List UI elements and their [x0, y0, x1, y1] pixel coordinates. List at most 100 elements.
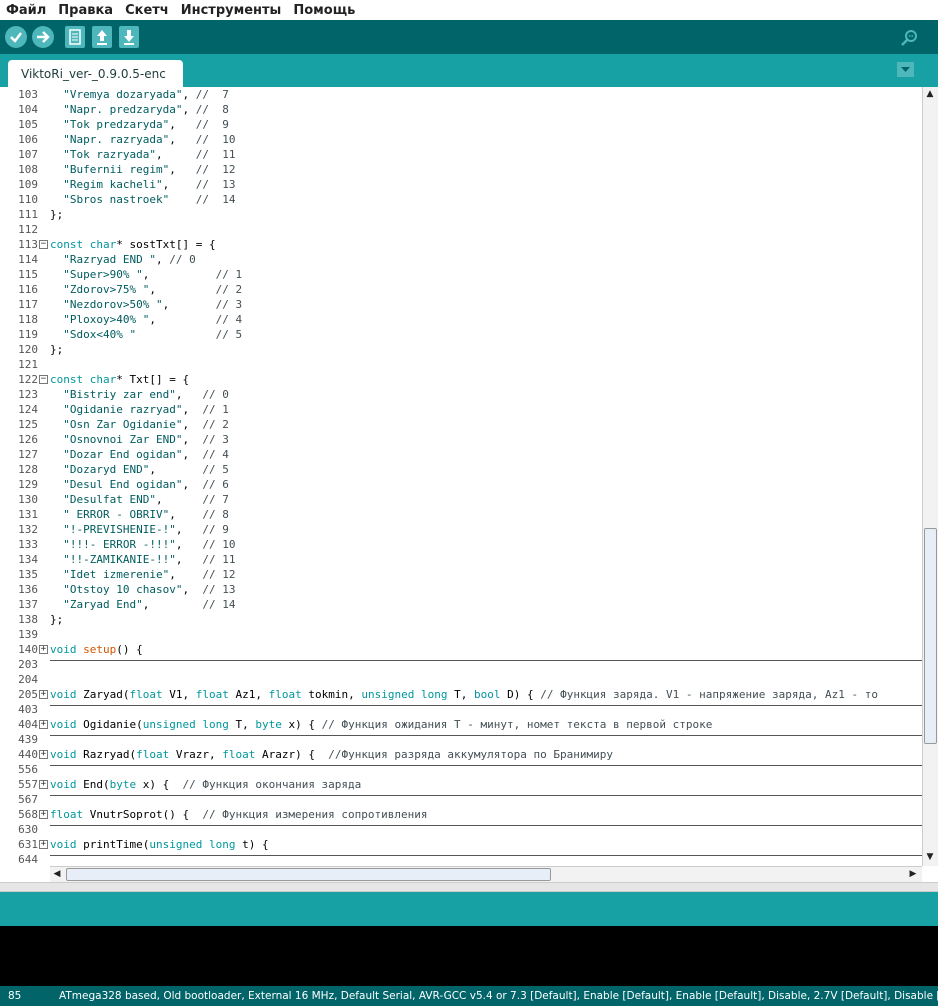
code-line[interactable]: const char* Txt[] = { — [50, 372, 189, 387]
line-number: 137 — [18, 598, 38, 611]
fold-separator — [50, 705, 922, 706]
fold-expand-icon[interactable]: + — [39, 780, 48, 789]
line-number: 631 — [18, 838, 38, 851]
code-line[interactable]: "Dozar End ogidan", // 4 — [50, 447, 229, 462]
code-line[interactable]: "Regim kacheli", // 13 — [50, 177, 235, 192]
line-number: 108 — [18, 163, 38, 176]
line-number: 440 — [18, 748, 38, 761]
scroll-down-icon[interactable]: ▼ — [923, 850, 937, 864]
code-line[interactable]: "Razryad END ", // 0 — [50, 252, 195, 267]
menu-help[interactable]: Помощь — [287, 3, 361, 18]
save-sketch-button[interactable] — [119, 26, 139, 48]
serial-monitor-button[interactable] — [898, 26, 922, 48]
upload-button[interactable] — [32, 26, 54, 48]
code-line[interactable]: void Zaryad(float V1, float Az1, float t… — [50, 687, 878, 702]
code-line[interactable]: "!!-ZAMIKANIE-!!", // 11 — [50, 552, 235, 567]
fold-expand-icon[interactable]: + — [39, 645, 48, 654]
code-line[interactable]: void printTime(unsigned long t) { — [50, 837, 269, 852]
code-line[interactable]: void Razryad(float Vrazr, float Arazr) {… — [50, 747, 613, 762]
line-number: 106 — [18, 133, 38, 146]
tab-sketch[interactable]: ViktoRi_ver-_0.9.0.5-enc — [8, 60, 183, 87]
scroll-up-icon[interactable]: ▲ — [923, 87, 937, 101]
menu-edit[interactable]: Правка — [52, 3, 119, 18]
upload-arrow-icon — [37, 31, 50, 43]
code-line[interactable]: "Napr. razryada", // 10 — [50, 132, 235, 147]
menu-tools[interactable]: Инструменты — [175, 3, 288, 18]
code-line[interactable]: "Nezdorov>50% ", // 3 — [50, 297, 242, 312]
line-number: 120 — [18, 343, 38, 356]
fold-collapse-icon[interactable]: − — [39, 240, 48, 249]
code-line[interactable]: "Dozaryd END", // 5 — [50, 462, 229, 477]
code-line[interactable]: "Idet izmerenie", // 12 — [50, 567, 235, 582]
vertical-scroll-thumb[interactable] — [924, 528, 937, 744]
code-line[interactable]: "Desul End ogidan", // 6 — [50, 477, 229, 492]
tab-menu-button[interactable] — [897, 62, 914, 77]
code-line[interactable]: "Super>90% ", // 1 — [50, 267, 242, 282]
code-line[interactable]: }; — [50, 342, 63, 357]
verify-icon — [10, 32, 22, 43]
menu-sketch[interactable]: Скетч — [119, 3, 175, 18]
open-sketch-button[interactable] — [92, 26, 112, 48]
code-line[interactable]: "Zdorov>75% ", // 2 — [50, 282, 242, 297]
code-line[interactable]: "!-PREVISHENIE-!", // 9 — [50, 522, 229, 537]
line-number: 135 — [18, 568, 38, 581]
code-line[interactable]: "Otstoy 10 chasov", // 13 — [50, 582, 235, 597]
fold-expand-icon[interactable]: + — [39, 720, 48, 729]
code-line[interactable]: "Ogidanie razryad", // 1 — [50, 402, 229, 417]
horizontal-scroll-thumb[interactable] — [66, 868, 551, 881]
line-number: 124 — [18, 403, 38, 416]
line-number: 113 — [18, 238, 38, 251]
code-line[interactable]: "Osnovnoi Zar END", // 3 — [50, 432, 229, 447]
scroll-left-icon[interactable]: ◀ — [50, 867, 64, 881]
code-line[interactable]: "Sdox<40% " // 5 — [50, 327, 242, 342]
line-number: 117 — [18, 298, 38, 311]
code-line[interactable]: "Vremya dozaryada", // 7 — [50, 87, 229, 102]
fold-expand-icon[interactable]: + — [39, 840, 48, 849]
horizontal-scrollbar[interactable]: ◀ ▶ — [50, 866, 922, 882]
code-line[interactable]: void setup() { — [50, 642, 143, 657]
code-line[interactable]: "Napr. predzaryda", // 8 — [50, 102, 229, 117]
code-line[interactable]: void Ogidanie(unsigned long T, byte x) {… — [50, 717, 712, 732]
code-line[interactable]: void End(byte x) { // Функция окончания … — [50, 777, 361, 792]
code-line[interactable]: "Zaryad End", // 14 — [50, 597, 235, 612]
code-line[interactable]: const char* sostTxt[] = { — [50, 237, 216, 252]
code-line[interactable]: float VnutrSoprot() { // Функция измерен… — [50, 807, 428, 822]
code-line[interactable]: "Tok razryada", // 11 — [50, 147, 235, 162]
tab-label: ViktoRi_ver-_0.9.0.5-enc — [21, 66, 166, 81]
code-line[interactable]: "Ploxoy>40% ", // 4 — [50, 312, 242, 327]
scroll-right-icon[interactable]: ▶ — [906, 867, 920, 881]
line-number: 118 — [18, 313, 38, 326]
code-line[interactable]: "Osn Zar Ogidanie", // 2 — [50, 417, 229, 432]
tab-bar: ViktoRi_ver-_0.9.0.5-enc — [0, 54, 938, 87]
vertical-scrollbar[interactable]: ▲ ▼ — [922, 87, 938, 866]
line-number: 139 — [18, 628, 38, 641]
line-number: 133 — [18, 538, 38, 551]
line-number: 140 — [18, 643, 38, 656]
line-number: 567 — [18, 793, 38, 806]
new-sketch-button[interactable] — [65, 26, 85, 48]
line-number: 119 — [18, 328, 38, 341]
fold-collapse-icon[interactable]: − — [39, 375, 48, 384]
line-number: 109 — [18, 178, 38, 191]
code-line[interactable]: }; — [50, 612, 63, 627]
code-editor[interactable]: 103 "Vremya dozaryada", // 7 104 "Napr. p… — [0, 87, 922, 866]
new-file-icon — [69, 29, 81, 45]
split-divider[interactable] — [0, 882, 938, 892]
code-line[interactable]: " ERROR - OBRIV", // 8 — [50, 507, 229, 522]
code-line[interactable]: "Bistriy zar end", // 0 — [50, 387, 229, 402]
fold-expand-icon[interactable]: + — [39, 690, 48, 699]
verify-button[interactable] — [5, 26, 27, 48]
line-number: 205 — [18, 688, 38, 701]
code-line[interactable]: "Sbros nastroek" // 14 — [50, 192, 235, 207]
line-number: 138 — [18, 613, 38, 626]
line-number: 112 — [18, 223, 38, 236]
menu-file[interactable]: Файл — [0, 3, 52, 18]
code-line[interactable]: "!!!- ERROR -!!!", // 10 — [50, 537, 235, 552]
fold-expand-icon[interactable]: + — [39, 810, 48, 819]
code-line[interactable]: }; — [50, 207, 63, 222]
code-line[interactable]: "Tok predzaryda", // 9 — [50, 117, 229, 132]
fold-expand-icon[interactable]: + — [39, 750, 48, 759]
footer-bar: 85 ATmega328 based, Old bootloader, Exte… — [0, 986, 938, 1006]
code-line[interactable]: "Desulfat END", // 7 — [50, 492, 229, 507]
code-line[interactable]: "Bufernii regim", // 12 — [50, 162, 235, 177]
